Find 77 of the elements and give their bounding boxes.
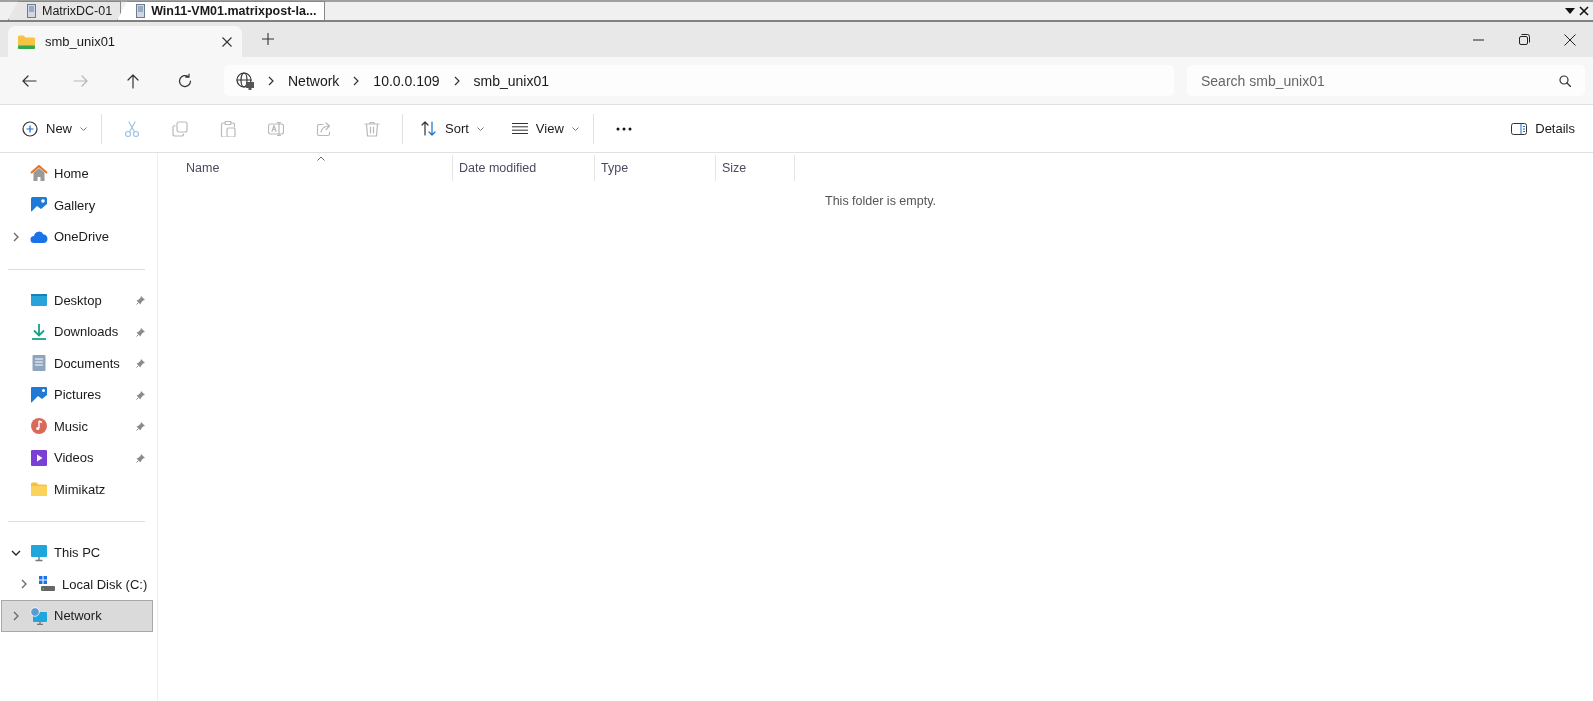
server-icon: [136, 4, 146, 18]
house-icon: [30, 164, 48, 183]
chevron-down-icon: [80, 126, 87, 131]
sidebar-item[interactable]: OneDrive: [1, 221, 153, 253]
music-note-icon: [30, 417, 48, 436]
share-icon: [316, 120, 332, 137]
breadcrumb-item[interactable]: Network: [288, 72, 340, 89]
clipboard-icon: [220, 120, 236, 137]
window-tab[interactable]: smb_unix01: [8, 26, 242, 57]
up-arrow-icon: [125, 72, 141, 89]
sidebar-item[interactable]: Downloads: [1, 316, 153, 348]
chevron-right-icon: [268, 75, 274, 86]
empty-folder-message: This folder is empty.: [824, 194, 937, 208]
sort-arrows-icon: [421, 121, 437, 136]
chevron-down-icon: [571, 126, 579, 131]
details-button[interactable]: Details: [1503, 112, 1583, 145]
sidebar-item[interactable]: This PC: [1, 537, 153, 569]
close-icon: [1564, 33, 1576, 46]
chevron-down-icon: [476, 126, 484, 131]
tab-title: smb_unix01: [45, 34, 117, 49]
new-button[interactable]: New: [14, 112, 95, 145]
address-bar[interactable]: Network 10.0.0.109 smb_unix01: [224, 65, 1174, 96]
chevron-right-icon: [453, 75, 460, 86]
restore-icon: [1518, 34, 1530, 45]
more-icon: [615, 126, 632, 131]
server-icon: [27, 4, 36, 18]
list-lines-icon: [511, 123, 528, 134]
minimize-icon: [1472, 38, 1484, 41]
sort-button[interactable]: Sort: [413, 112, 492, 145]
search-icon: [1559, 75, 1571, 87]
sidebar-item[interactable]: Home: [1, 158, 153, 190]
monitor-icon: [30, 543, 48, 562]
trash-icon: [364, 120, 380, 137]
video-icon: [30, 448, 48, 467]
rename-icon: [268, 120, 284, 137]
remote-session-tab[interactable]: MatrixDC-01: [8, 1, 122, 20]
sidebar-item[interactable]: Videos: [1, 442, 153, 474]
sidebar-item[interactable]: Gallery: [1, 189, 153, 221]
close-button[interactable]: [1579, 6, 1589, 16]
caret-icon: [1565, 8, 1575, 14]
close-icon: [1579, 6, 1589, 16]
sidebar-item[interactable]: Mimikatz: [1, 473, 153, 505]
sidebar-item[interactable]: Documents: [1, 347, 153, 379]
dropdown-button[interactable]: [1565, 8, 1575, 14]
picture-icon: [30, 385, 48, 404]
download-icon: [30, 322, 48, 341]
sidebar-item[interactable]: Network: [1, 600, 153, 632]
close-icon: [222, 36, 232, 47]
document-icon: [30, 354, 48, 373]
folder-icon: [30, 480, 48, 499]
details-pane-icon: [1511, 122, 1528, 135]
sidebar-item[interactable]: Music: [1, 410, 153, 442]
column-header[interactable]: Name: [180, 155, 453, 181]
gallery-icon: [30, 196, 48, 215]
close-tab-button[interactable]: [222, 36, 232, 47]
sidebar-item[interactable]: Pictures: [1, 379, 153, 411]
chevron-right-icon: [353, 75, 360, 86]
refresh-icon: [177, 72, 193, 89]
breadcrumb-item[interactable]: 10.0.0.109: [373, 72, 440, 89]
sidebar-item[interactable]: Desktop: [1, 284, 153, 316]
network-icon: [30, 606, 48, 625]
view-button[interactable]: View: [503, 112, 587, 145]
drive-icon: [38, 575, 56, 594]
column-header[interactable]: Size: [716, 155, 795, 181]
scissors-icon: [124, 120, 140, 137]
remote-session-tab[interactable]: Win11-VM01.matrixpost-la...: [117, 1, 326, 20]
sort-ascending-icon: [317, 156, 325, 161]
breadcrumb-item[interactable]: smb_unix01: [473, 72, 550, 89]
plus-icon: [262, 33, 274, 45]
column-header[interactable]: Type: [595, 155, 716, 181]
column-header[interactable]: Date modified: [453, 155, 595, 181]
plus-circle-icon: [22, 120, 38, 137]
folder-icon: [18, 34, 35, 49]
sidebar-item[interactable]: Local Disk (C:): [1, 568, 153, 600]
globe-icon: [236, 71, 254, 90]
copy-icon: [172, 120, 188, 137]
search-field[interactable]: Search smb_unix01: [1187, 65, 1585, 96]
